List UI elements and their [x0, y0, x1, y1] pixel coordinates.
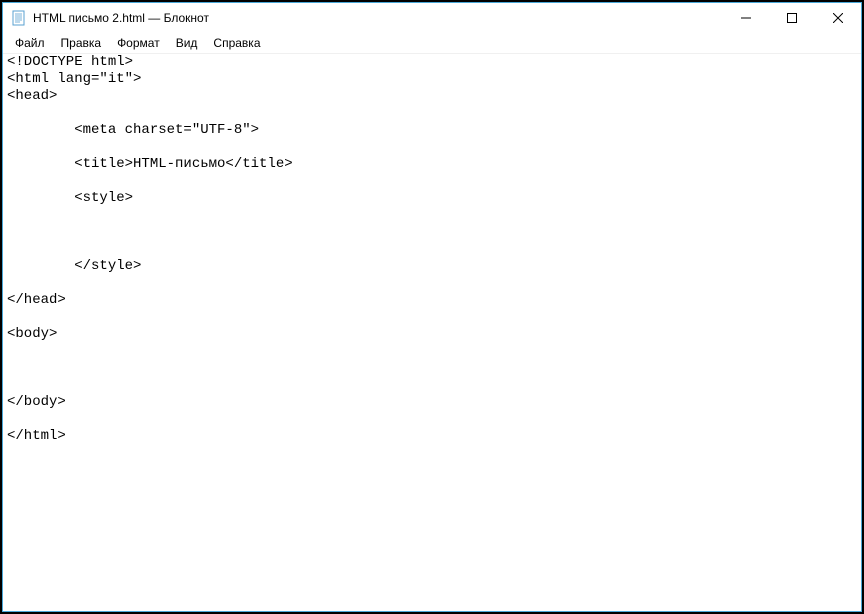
window-title: HTML письмо 2.html — Блокнот — [33, 11, 723, 25]
maximize-button[interactable] — [769, 3, 815, 33]
menubar: Файл Правка Формат Вид Справка — [3, 33, 861, 53]
menu-edit[interactable]: Правка — [53, 34, 110, 52]
minimize-button[interactable] — [723, 3, 769, 33]
window-controls — [723, 3, 861, 33]
notepad-icon — [11, 10, 27, 26]
titlebar[interactable]: HTML письмо 2.html — Блокнот — [3, 3, 861, 33]
menu-help[interactable]: Справка — [205, 34, 268, 52]
notepad-window: HTML письмо 2.html — Блокнот Файл Правка… — [2, 2, 862, 612]
menu-view[interactable]: Вид — [168, 34, 206, 52]
menu-file[interactable]: Файл — [7, 34, 53, 52]
text-editor-area[interactable]: <!DOCTYPE html> <html lang="it"> <head> … — [3, 53, 861, 611]
close-button[interactable] — [815, 3, 861, 33]
menu-format[interactable]: Формат — [109, 34, 168, 52]
